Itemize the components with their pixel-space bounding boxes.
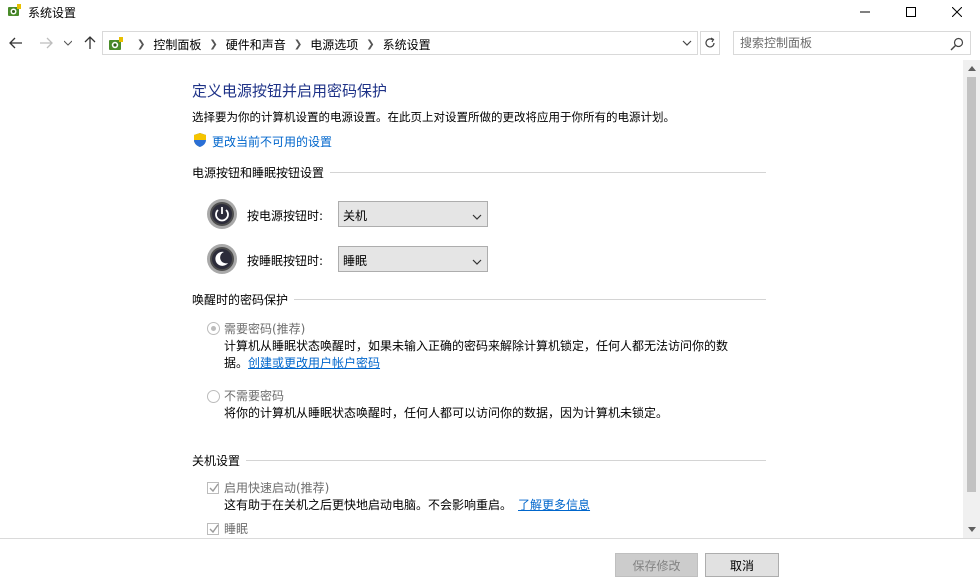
footer: 保存修改 取消 (0, 538, 980, 584)
control-panel-icon (6, 3, 22, 19)
no-password-description: 将你的计算机从睡眠状态唤醒时，任何人都可以访问你的数据，因为计算机未锁定。 (224, 406, 669, 420)
sleep-button-action-select[interactable]: 睡眠 (338, 246, 488, 272)
maximize-button[interactable] (888, 0, 934, 24)
address-bar[interactable]: ❯ 控制面板 ❯ 硬件和声音 ❯ 电源选项 ❯ 系统设置 (102, 31, 698, 55)
chevron-right-icon[interactable]: ❯ (294, 39, 302, 50)
power-button-action-select[interactable]: 关机 (338, 201, 488, 227)
require-password-description: 计算机从睡眠状态唤醒时，如果未输入正确的密码来解除计算机锁定，任何人都无法访问你… (224, 338, 754, 372)
search-box[interactable] (733, 31, 971, 55)
vertical-scrollbar[interactable] (963, 60, 980, 538)
sleep-menu-checkbox[interactable] (207, 523, 219, 535)
close-button[interactable] (934, 0, 980, 24)
page-description: 选择要为你的计算机设置的电源设置。在此页上对设置所做的更改将应用于你所有的电源计… (192, 110, 675, 124)
no-password-label: 不需要密码 (224, 389, 285, 403)
chevron-down-icon[interactable] (681, 37, 693, 49)
page-title: 定义电源按钮并启用密码保护 (192, 82, 388, 100)
breadcrumb: ❯ 控制面板 ❯ 硬件和声音 ❯ 电源选项 ❯ 系统设置 (129, 36, 431, 53)
forward-button[interactable] (36, 33, 56, 53)
search-input[interactable] (740, 35, 940, 51)
section-heading: 关机设置 (192, 452, 247, 469)
select-value: 睡眠 (343, 254, 368, 268)
power-button-label: 按电源按钮时: (247, 209, 324, 223)
breadcrumb-power-options[interactable]: 电源选项 (310, 36, 358, 53)
description-line: 据。创建或更改用户帐户密码 (224, 355, 754, 372)
title-bar: 系统设置 (0, 0, 980, 24)
checkmark-icon (209, 483, 219, 493)
section-divider (192, 460, 766, 461)
up-button[interactable] (80, 33, 100, 53)
power-button-icon (206, 198, 238, 230)
cancel-button[interactable]: 取消 (705, 553, 779, 577)
section-heading: 唤醒时的密码保护 (192, 291, 295, 308)
chevron-right-icon[interactable]: ❯ (209, 39, 217, 50)
chevron-down-icon (472, 255, 482, 265)
scroll-down-arrow-icon[interactable] (963, 521, 980, 538)
require-password-label: 需要密码(推荐) (224, 322, 306, 336)
wake-password-section: 唤醒时的密码保护 (192, 291, 766, 308)
recent-locations-button[interactable] (62, 36, 74, 50)
fast-startup-checkbox[interactable] (207, 482, 219, 494)
section-heading: 电源按钮和睡眠按钮设置 (192, 164, 331, 181)
back-button[interactable] (6, 33, 26, 53)
require-password-radio[interactable] (207, 322, 220, 335)
change-unavailable-settings-link[interactable]: 更改当前不可用的设置 (212, 133, 332, 150)
search-icon[interactable] (950, 37, 964, 51)
shutdown-section: 关机设置 (192, 452, 766, 469)
fast-startup-label: 启用快速启动(推荐) (224, 481, 330, 495)
sleep-button-icon (206, 243, 238, 275)
refresh-button[interactable] (700, 31, 720, 55)
window-title: 系统设置 (28, 6, 77, 20)
select-value: 关机 (343, 209, 368, 223)
minimize-button[interactable] (842, 0, 888, 24)
checkmark-icon (209, 524, 219, 534)
breadcrumb-hardware-sound[interactable]: 硬件和声音 (226, 36, 286, 53)
sleep-menu-label: 睡眠 (224, 522, 249, 536)
scroll-up-arrow-icon[interactable] (963, 60, 980, 77)
chevron-right-icon[interactable]: ❯ (366, 39, 374, 50)
uac-shield-icon (192, 132, 208, 148)
description-line: 计算机从睡眠状态唤醒时，如果未输入正确的密码来解除计算机锁定，任何人都无法访问你… (224, 339, 729, 353)
power-buttons-section: 电源按钮和睡眠按钮设置 (192, 164, 766, 181)
chevron-right-icon[interactable]: ❯ (137, 39, 145, 50)
description-text: 这有助于在关机之后更快地启动电脑。不会影响重启。 (224, 498, 513, 512)
description-text: 据。 (224, 356, 249, 370)
sleep-button-label: 按睡眠按钮时: (247, 254, 324, 268)
scrollbar-thumb[interactable] (967, 77, 976, 492)
navigation-bar: ❯ 控制面板 ❯ 硬件和声音 ❯ 电源选项 ❯ 系统设置 (0, 28, 980, 58)
breadcrumb-control-panel[interactable]: 控制面板 (153, 36, 201, 53)
fast-startup-description: 这有助于在关机之后更快地启动电脑。不会影响重启。 了解更多信息 (224, 497, 754, 514)
learn-more-link[interactable]: 了解更多信息 (518, 498, 590, 512)
breadcrumb-system-settings[interactable]: 系统设置 (383, 36, 431, 53)
save-changes-button[interactable]: 保存修改 (615, 553, 698, 577)
control-panel-icon (107, 35, 125, 53)
no-password-radio[interactable] (207, 390, 220, 403)
main-content: 定义电源按钮并启用密码保护 选择要为你的计算机设置的电源设置。在此页上对设置所做… (0, 60, 963, 538)
chevron-down-icon (472, 210, 482, 220)
create-change-password-link[interactable]: 创建或更改用户帐户密码 (248, 356, 380, 370)
